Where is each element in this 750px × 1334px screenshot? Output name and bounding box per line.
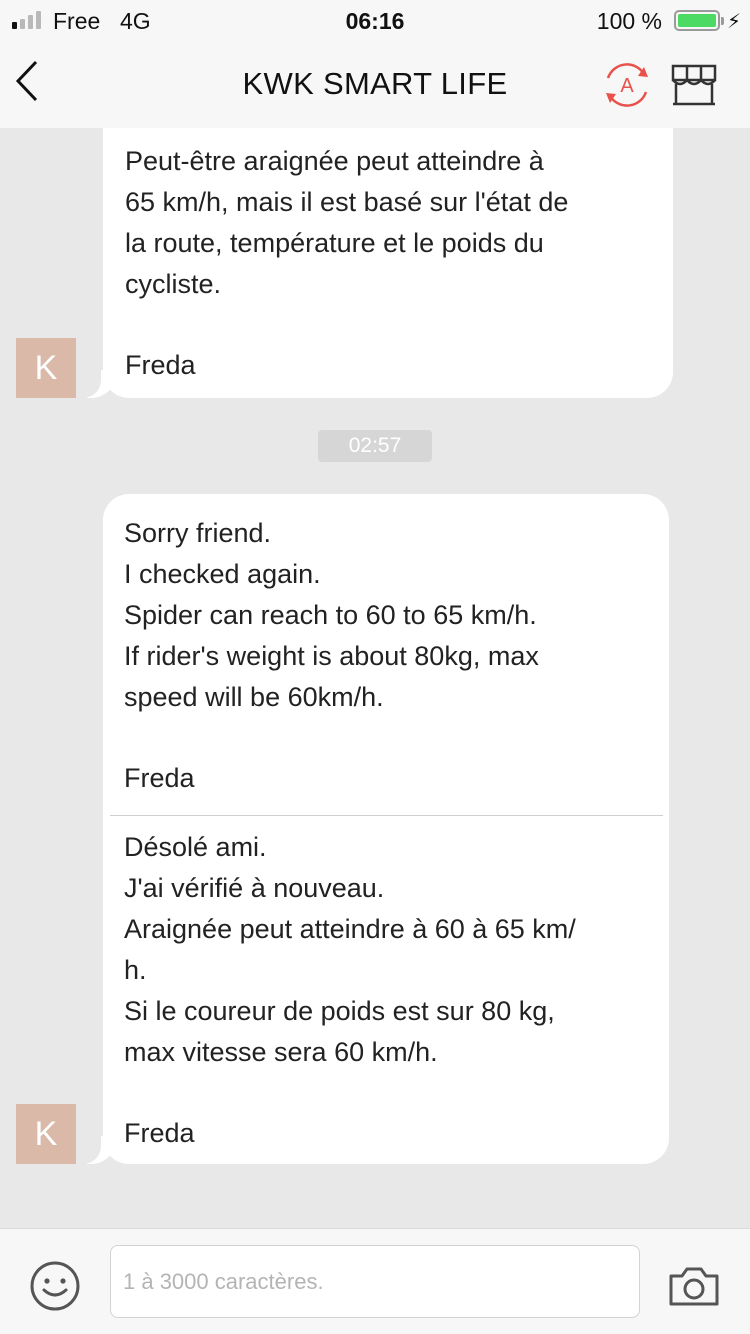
message-line: cycliste.	[125, 269, 222, 299]
chat-area[interactable]: Peut-être araignée peut atteindre à 65 k…	[0, 128, 750, 1228]
message-line: speed will be 60km/h.	[124, 682, 384, 712]
bubble-tail	[77, 368, 117, 398]
message-input[interactable]	[110, 1245, 640, 1318]
avatar[interactable]: K	[16, 338, 76, 398]
translation-line: Si le coureur de poids est sur 80 kg,	[124, 996, 555, 1026]
avatar[interactable]: K	[16, 1104, 76, 1164]
battery-icon	[674, 10, 724, 31]
message-signature: Freda	[125, 350, 196, 380]
message-line-cutoff	[125, 128, 651, 141]
shop-button[interactable]	[668, 60, 720, 110]
message-timestamp: 02:57	[318, 430, 432, 462]
emoji-button[interactable]	[27, 1258, 83, 1314]
nav-bar: KWK SMART LIFE A	[0, 40, 750, 128]
message-bubble[interactable]: Sorry friend. I checked again. Spider ca…	[77, 494, 669, 1164]
translate-button[interactable]: A	[600, 60, 654, 110]
emoji-icon	[30, 1261, 80, 1311]
translation-line: Araignée peut atteindre à 60 à 65 km/	[124, 914, 576, 944]
svg-text:A: A	[620, 75, 634, 97]
composer-bar	[0, 1228, 750, 1334]
translation-line: h.	[124, 955, 147, 985]
message-bubble[interactable]: Peut-être araignée peut atteindre à 65 k…	[77, 128, 673, 398]
message-line: Spider can reach to 60 to 65 km/h.	[124, 600, 537, 630]
camera-button[interactable]	[666, 1262, 722, 1310]
shop-icon	[671, 64, 717, 106]
translation-line: J'ai vérifié à nouveau.	[124, 873, 385, 903]
translation-signature: Freda	[124, 1118, 195, 1148]
message-line: la route, température et le poids du	[125, 228, 544, 258]
message-line: If rider's weight is about 80kg, max	[124, 641, 539, 671]
message-line: I checked again.	[124, 559, 321, 589]
camera-icon	[669, 1267, 719, 1306]
message-signature: Freda	[124, 763, 195, 793]
message-line: Sorry friend.	[124, 518, 272, 548]
message-line: 65 km/h, mais il est basé sur l'état de	[125, 187, 569, 217]
battery-percentage: 100 %	[596, 8, 662, 34]
bubble-tail	[77, 1134, 117, 1164]
battery-fill	[678, 14, 716, 27]
status-bar: Free 4G 06:16 100 % ⚡	[0, 0, 750, 40]
message-line: Peut-être araignée peut atteindre à	[125, 146, 544, 176]
charging-icon: ⚡	[726, 11, 741, 33]
translation-divider	[110, 815, 663, 816]
translation-line: max vitesse sera 60 km/h.	[124, 1037, 438, 1067]
translation-line: Désolé ami.	[124, 832, 267, 862]
translate-icon: A	[606, 63, 648, 107]
